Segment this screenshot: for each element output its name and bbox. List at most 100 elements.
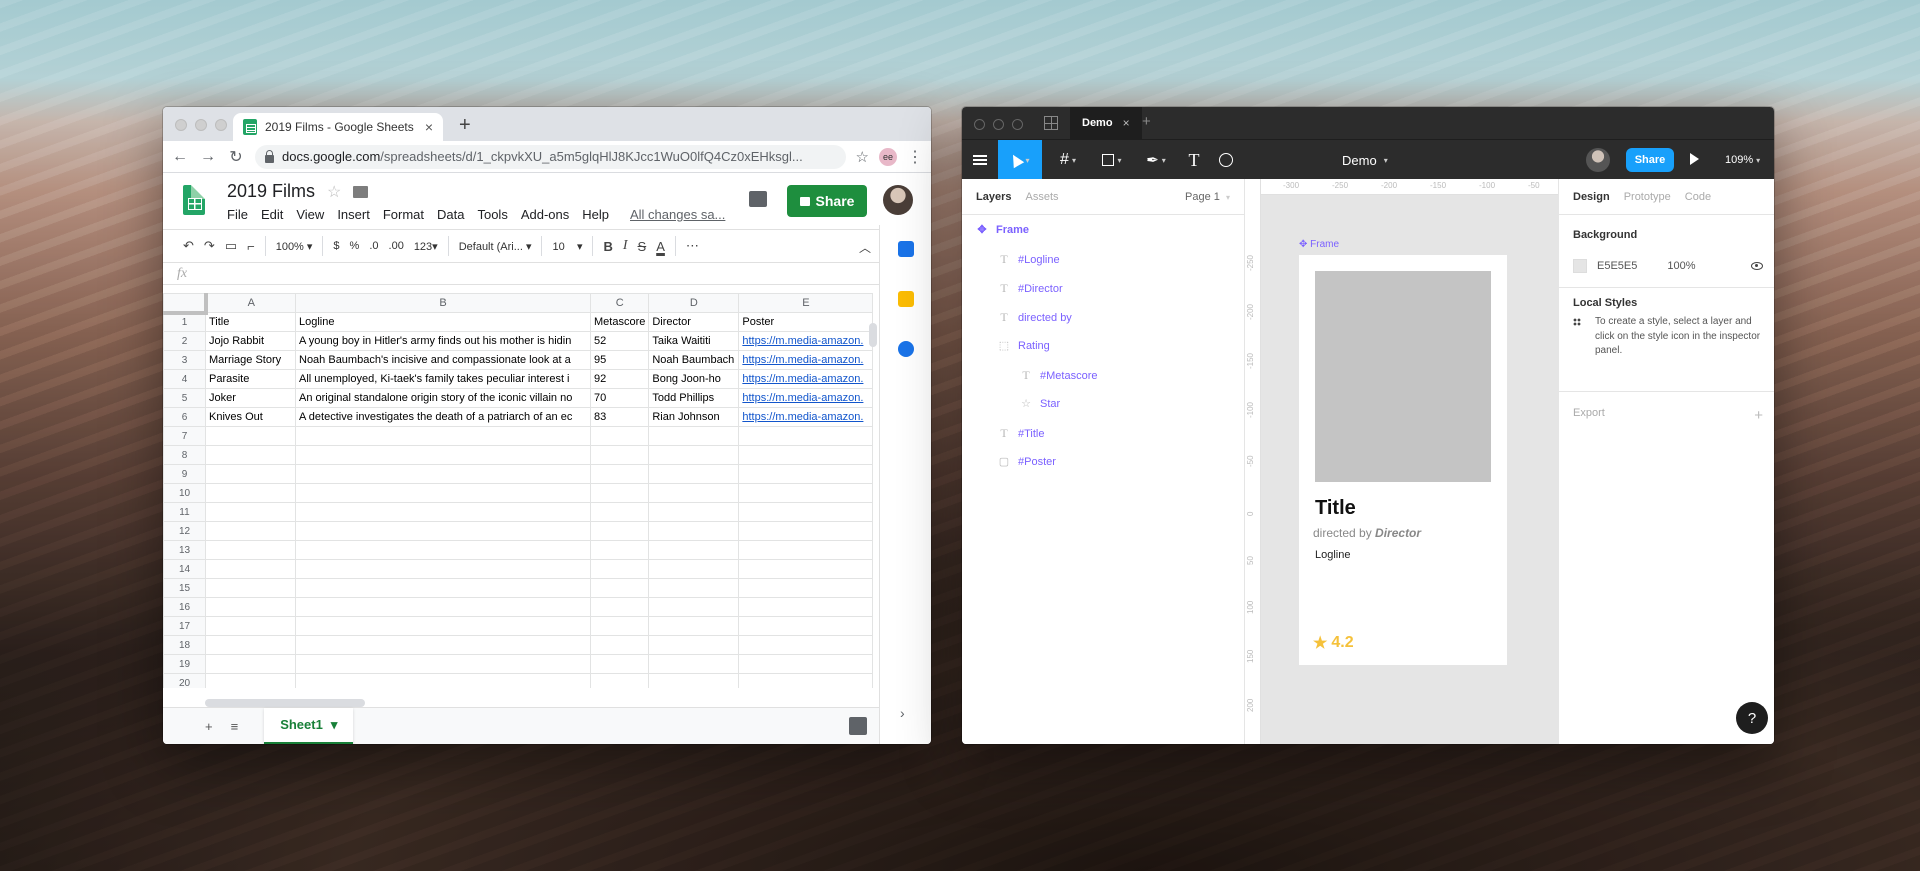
font-size-dropdown[interactable]: 10 ▾ [552,240,582,253]
cell[interactable] [205,597,296,617]
row-header[interactable]: 3 [163,350,206,370]
cell[interactable] [295,654,591,674]
menu-help[interactable]: Help [582,207,609,222]
column-header[interactable]: B [295,293,591,313]
row-header[interactable]: 7 [163,426,206,446]
cell[interactable] [738,521,874,541]
row-header[interactable]: 14 [163,559,206,579]
cell[interactable] [648,616,740,636]
layer-rect[interactable]: ▢ #Poster [998,455,1056,469]
card-directed-by[interactable]: directed by Director [1313,526,1421,540]
tab-layers[interactable]: Layers [976,191,1011,203]
sheet-tab[interactable]: Sheet1 ▾ [264,707,354,744]
cell[interactable]: Noah Baumbach's incisive and compassiona… [295,350,591,370]
zoom-dropdown[interactable]: 100% ▾ [276,240,313,253]
cell[interactable] [295,635,591,655]
cell[interactable]: Jojo Rabbit [205,331,296,351]
all-sheets-icon[interactable]: ≡ [231,719,239,734]
cell[interactable] [205,521,296,541]
horizontal-scrollbar[interactable] [205,699,365,707]
cell[interactable] [738,673,874,688]
row-header[interactable]: 16 [163,597,206,617]
cell[interactable] [295,578,591,598]
folder-icon[interactable] [353,185,369,198]
row-header[interactable]: 15 [163,578,206,598]
cell[interactable]: Noah Baumbach [648,350,740,370]
cell[interactable] [648,483,740,503]
extension-eyes-icon[interactable]: ee [879,147,897,166]
cell[interactable] [589,654,650,674]
keep-icon[interactable] [898,291,914,307]
increase-decimal-button[interactable]: .00 [389,240,404,252]
cell[interactable] [589,464,650,484]
cell[interactable] [295,616,591,636]
tab-code[interactable]: Code [1685,191,1711,203]
row-header[interactable]: 17 [163,616,206,636]
cell[interactable] [295,502,591,522]
cell[interactable] [295,426,591,446]
explore-icon[interactable] [849,717,867,735]
cell[interactable]: https://m.media-amazon. [738,369,874,389]
cell[interactable] [589,483,650,503]
cell[interactable] [589,502,650,522]
row-header[interactable]: 4 [163,369,206,389]
comment-tool-button[interactable] [1214,140,1238,180]
cell[interactable]: Metascore [589,312,650,332]
cell[interactable]: Rian Johnson [648,407,740,427]
cell[interactable]: A detective investigates the death of a … [295,407,591,427]
cell[interactable] [205,616,296,636]
cell[interactable] [738,578,874,598]
frame-tool-button[interactable]: # ▾ [1050,140,1086,180]
user-avatar[interactable] [1586,148,1610,172]
tasks-icon[interactable] [898,341,914,357]
cell[interactable]: 92 [589,369,650,389]
account-avatar[interactable] [883,185,913,215]
cell[interactable]: https://m.media-amazon. [738,407,874,427]
cell[interactable] [295,673,591,688]
cell[interactable] [295,559,591,579]
cell[interactable] [589,426,650,446]
cell[interactable] [738,426,874,446]
zoom-window-button[interactable] [1012,119,1023,130]
share-button[interactable]: Share [787,185,867,217]
menu-edit[interactable]: Edit [261,207,283,222]
row-header[interactable]: 13 [163,540,206,560]
row-header[interactable]: 19 [163,654,206,674]
row-header[interactable]: 9 [163,464,206,484]
cell[interactable] [295,597,591,617]
close-window-button[interactable] [175,119,187,131]
cell[interactable] [589,521,650,541]
cell[interactable] [738,559,874,579]
close-window-button[interactable] [974,119,985,130]
background-swatch[interactable] [1573,259,1587,273]
more-options-icon[interactable]: ⋯ [686,238,699,254]
row-header[interactable]: 18 [163,635,206,655]
card-rating[interactable]: ★ 4.2 [1313,633,1354,653]
cell[interactable] [738,483,874,503]
figma-tab[interactable]: Demo × [1070,107,1142,139]
calendar-icon[interactable] [898,241,914,257]
redo-icon[interactable]: ↷ [204,238,215,254]
cell[interactable]: Todd Phillips [648,388,740,408]
row-header[interactable]: 6 [163,407,206,427]
layer-text[interactable]: T #Metascore [1020,368,1097,383]
pen-tool-button[interactable]: ✒ ▾ [1138,140,1174,180]
save-status-link[interactable]: All changes sa... [630,207,725,222]
cell[interactable] [205,578,296,598]
cell[interactable] [205,559,296,579]
browser-tab[interactable]: 2019 Films - Google Sheets × [233,113,443,141]
bookmark-star-icon[interactable]: ☆ [856,148,869,166]
chevron-down-icon[interactable]: ▾ [331,717,338,733]
cell[interactable] [738,654,874,674]
cell[interactable]: https://m.media-amazon. [738,350,874,370]
eye-icon[interactable] [1751,262,1763,270]
cell[interactable]: Logline [295,312,591,332]
text-color-button[interactable]: A [656,239,665,254]
cell[interactable]: 95 [589,350,650,370]
cell[interactable] [205,635,296,655]
zoom-window-button[interactable] [215,119,227,131]
close-tab-icon[interactable]: × [1123,116,1130,130]
poster-placeholder[interactable] [1315,271,1491,482]
layer-text[interactable]: T #Logline [998,252,1059,267]
cell[interactable]: A young boy in Hitler's army finds out h… [295,331,591,351]
